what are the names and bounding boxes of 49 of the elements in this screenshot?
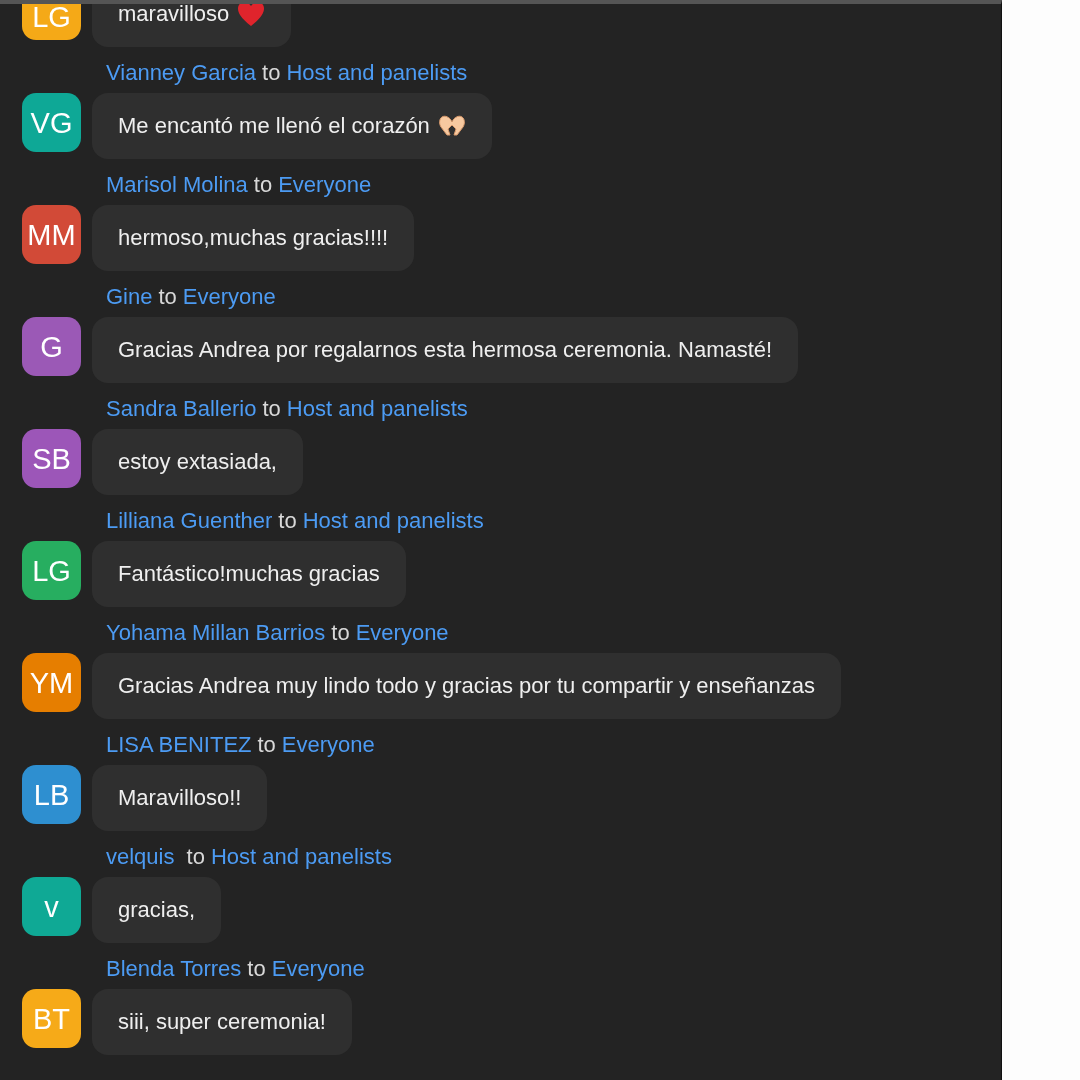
recipient-name: Host and panelists <box>210 844 392 870</box>
sender-name: Vianney Garcia <box>106 60 256 86</box>
sender-name: Gine <box>106 284 153 310</box>
avatar-initials: VG <box>30 110 73 135</box>
to-label: to <box>278 508 297 534</box>
message-text: Gracias Andrea por regalarnos esta hermosa ceremonia. Namasté! <box>118 339 773 361</box>
message-text: estoy extasiada, <box>118 451 277 473</box>
avatar-initials: G <box>40 334 63 359</box>
sender-name: Yohama Millan Barrios <box>106 620 326 646</box>
to-label: to <box>247 956 266 982</box>
to-label: to <box>158 284 177 310</box>
avatar-initials: MM <box>27 222 76 247</box>
to-label: to <box>186 844 205 870</box>
message-text: gracias, <box>118 899 196 921</box>
message-text: Fantástico!muchas gracias <box>118 563 380 585</box>
message-text: Me encantó me llenó el corazón <box>118 115 430 137</box>
sender-name: Lilliana Guenther <box>106 508 273 534</box>
recipient-name: Host and panelists <box>286 60 468 86</box>
recipient-name: Everyone <box>182 284 276 310</box>
sender-name: LISA BENITEZ <box>106 732 252 758</box>
heart-hands-icon <box>437 114 466 138</box>
recipient-name: Everyone <box>281 732 375 758</box>
to-label: to <box>257 732 276 758</box>
avatar-initials: SB <box>32 446 71 471</box>
sender-name: Sandra Ballerio <box>106 396 257 422</box>
sender-name: velquis <box>106 844 176 870</box>
message-text: maravilloso <box>118 4 230 25</box>
to-label: to <box>331 620 350 646</box>
heart-icon <box>237 4 266 27</box>
avatar-initials: LG <box>32 558 71 583</box>
recipient-name: Everyone <box>355 620 449 646</box>
message-text: siii, super ceremonia! <box>118 1011 326 1033</box>
message-text: Gracias Andrea muy lindo todo y gracias por tu compartir y enseñanzas <box>118 675 816 697</box>
message-text: Maravilloso!! <box>118 787 242 809</box>
recipient-name: Host and panelists <box>302 508 484 534</box>
message-text: hermoso,muchas gracias!!!! <box>118 227 389 249</box>
recipient-name: Everyone <box>278 172 372 198</box>
sender-name: Marisol Molina <box>106 172 248 198</box>
to-label: to <box>262 60 281 86</box>
avatar-initials: v <box>44 894 59 919</box>
avatar-initials: BT <box>32 1006 71 1031</box>
avatar-initials: LB <box>33 782 70 807</box>
recipient-name: Host and panelists <box>286 396 468 422</box>
to-label: to <box>262 396 281 422</box>
to-label: to <box>253 172 273 198</box>
avatar-initials: LG <box>32 4 71 29</box>
avatar-initials: YM <box>29 670 74 695</box>
recipient-name: Everyone <box>271 956 365 982</box>
sender-name: Blenda Torres <box>106 956 242 982</box>
